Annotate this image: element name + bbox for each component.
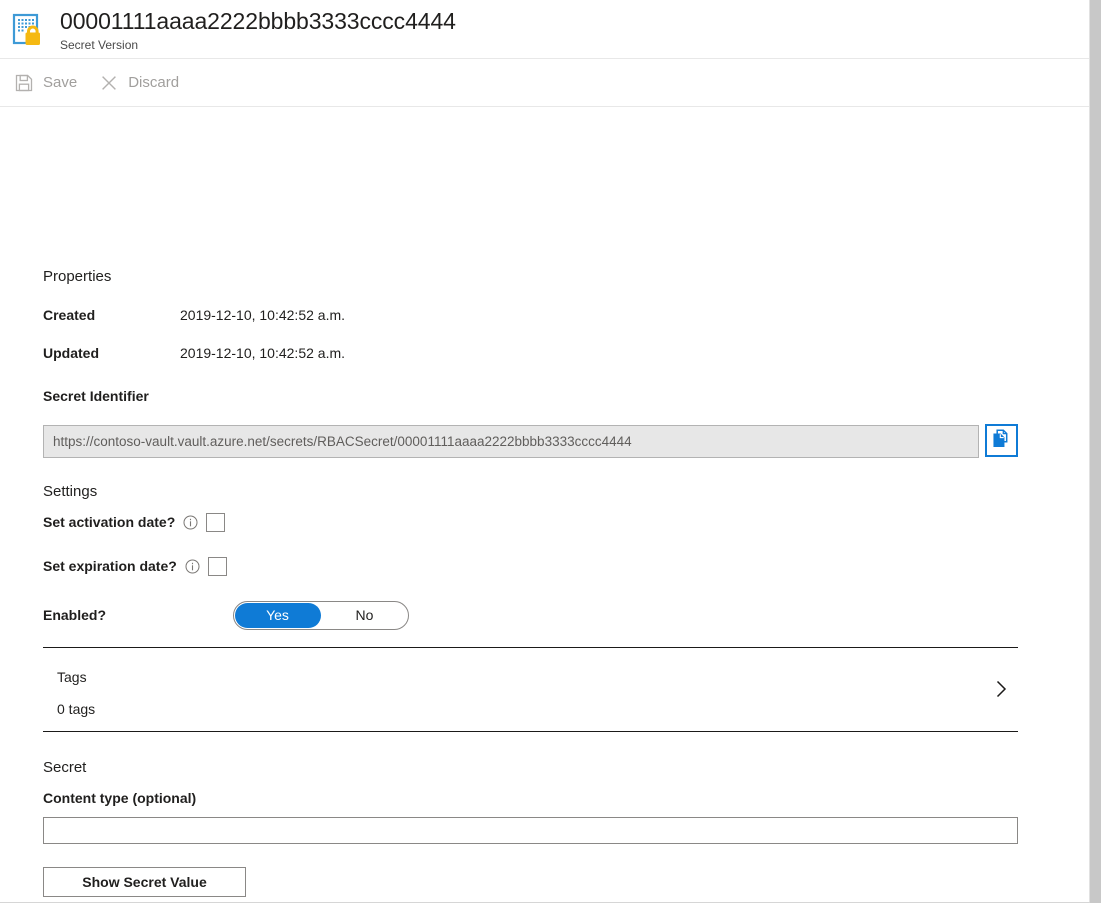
content-type-input[interactable] (43, 817, 1018, 844)
settings-heading: Settings (43, 483, 98, 500)
save-button-label: Save (43, 73, 78, 91)
content-type-label: Content type (optional) (43, 790, 197, 806)
created-label: Created (43, 307, 96, 323)
activation-date-checkbox[interactable] (206, 513, 226, 532)
secret-identifier-row (43, 424, 1018, 458)
copy-to-clipboard-icon (991, 428, 1012, 454)
tags-title: Tags (57, 669, 87, 685)
enabled-label: Enabled? (43, 607, 107, 623)
scrollbar-gutter[interactable] (1090, 0, 1101, 903)
setting-row-expiration-date: Set expiration date? (43, 557, 227, 576)
discard-button[interactable]: Discard (97, 66, 189, 100)
secret-identifier-label: Secret Identifier (43, 388, 149, 404)
page-subtitle: Secret Version (60, 38, 139, 52)
properties-heading: Properties (43, 268, 112, 285)
enabled-toggle-yes[interactable]: Yes (234, 602, 321, 629)
properties-section: Properties Created 2019-12-10, 10:42:52 … (43, 267, 345, 363)
page-title: 00001111aaaa2222bbbb3333cccc4444 (60, 8, 456, 34)
page-header-text: 00001111aaaa2222bbbb3333cccc4444 Secret … (60, 6, 456, 53)
info-circle-icon[interactable] (185, 559, 200, 574)
save-disk-icon (14, 73, 34, 93)
command-bar: Save Discard (0, 59, 1089, 107)
created-value: 2019-12-10, 10:42:52 a.m. (180, 307, 346, 323)
secret-heading: Secret (43, 759, 87, 776)
tags-count: 0 tags (57, 701, 96, 717)
enabled-toggle-no[interactable]: No (321, 602, 408, 629)
close-x-icon (99, 73, 119, 93)
show-secret-value-button[interactable]: Show Secret Value (43, 867, 246, 897)
discard-button-label: Discard (128, 73, 180, 91)
updated-value: 2019-12-10, 10:42:52 a.m. (180, 345, 346, 361)
updated-label: Updated (43, 345, 99, 361)
page-header: 00001111aaaa2222bbbb3333cccc4444 Secret … (0, 0, 1089, 59)
expiration-date-label: Set expiration date? (43, 558, 177, 574)
activation-date-label: Set activation date? (43, 514, 176, 530)
chevron-right-icon (988, 676, 1014, 702)
enabled-toggle[interactable]: Yes No (233, 601, 409, 630)
setting-row-enabled: Enabled? Yes No (43, 601, 409, 630)
secret-identifier-input[interactable] (43, 425, 979, 458)
page-content-frame: 00001111aaaa2222bbbb3333cccc4444 Secret … (0, 0, 1090, 903)
property-row-created: Created 2019-12-10, 10:42:52 a.m. (43, 306, 345, 325)
tags-section[interactable]: Tags 0 tags (43, 647, 1018, 732)
info-circle-icon[interactable] (183, 515, 198, 530)
property-row-updated: Updated 2019-12-10, 10:42:52 a.m. (43, 344, 345, 363)
setting-row-activation-date: Set activation date? (43, 513, 226, 532)
copy-secret-identifier-button[interactable] (985, 424, 1018, 457)
save-button[interactable]: Save (12, 66, 87, 100)
secret-key-certificate-icon (12, 13, 46, 47)
secret-version-page: 00001111aaaa2222bbbb3333cccc4444 Secret … (0, 0, 1101, 903)
expiration-date-checkbox[interactable] (207, 557, 227, 576)
